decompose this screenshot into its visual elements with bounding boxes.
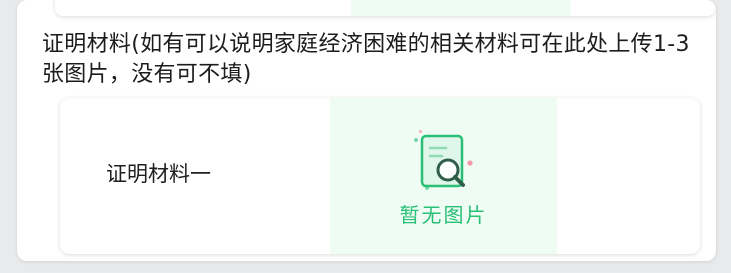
- form-panel: 证明材料(如有可以说明家庭经济困难的相关材料可在此处上传1-3张图片，没有可不填…: [17, 0, 716, 261]
- previous-upload-card: [55, 0, 715, 16]
- image-upload-slot[interactable]: 暂无图片: [330, 98, 557, 254]
- upload-card: 证明材料一 暂无图片: [60, 98, 700, 254]
- section-title: 证明材料(如有可以说明家庭经济困难的相关材料可在此处上传1-3张图片，没有可不填…: [42, 32, 690, 87]
- document-search-icon: [414, 130, 473, 190]
- previous-image-tile[interactable]: [351, 0, 571, 16]
- upload-item-label: 证明材料一: [106, 162, 211, 186]
- no-image-placeholder-text: 暂无图片: [399, 203, 488, 227]
